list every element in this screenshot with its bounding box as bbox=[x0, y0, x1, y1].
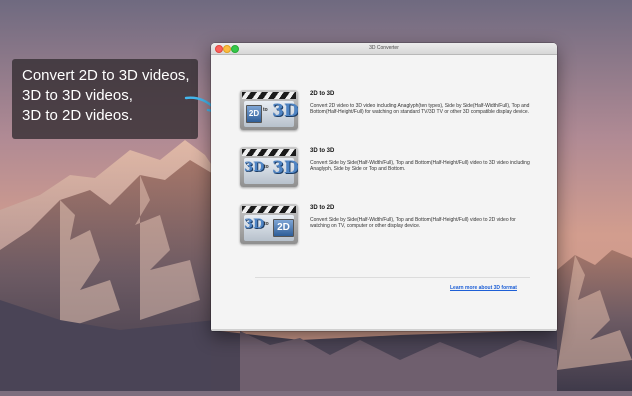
option-description: Convert Side by Side(Half-Width/Full), T… bbox=[310, 217, 516, 230]
option-3d-to-3d[interactable]: 3D to 3D 3D to 3D Convert Side by Side(H… bbox=[240, 147, 540, 191]
app-window: 3D Converter 2D to 3D 2D to 3D Convert 2… bbox=[211, 43, 557, 331]
option-description: Convert 2D video to 3D video including A… bbox=[310, 103, 530, 116]
option-title: 3D to 3D bbox=[310, 148, 335, 154]
icon-label-3d: 3D bbox=[244, 217, 265, 232]
title-bar[interactable]: 3D Converter bbox=[211, 43, 557, 55]
divider bbox=[255, 277, 530, 278]
option-title: 2D to 3D bbox=[310, 91, 335, 97]
icon-label-to: to bbox=[264, 164, 269, 170]
clapperboard-2d-to-3d-icon[interactable]: 2D to 3D bbox=[240, 90, 298, 130]
window-bottom-edge bbox=[211, 329, 557, 331]
window-title: 3D Converter bbox=[369, 45, 399, 51]
option-3d-to-2d[interactable]: 3D to 2D 3D to 2D Convert Side by Side(H… bbox=[240, 204, 540, 248]
option-description: Convert Side by Side(Half-Width/Full), T… bbox=[310, 160, 530, 173]
icon-label-3d: 3D bbox=[244, 160, 265, 175]
icon-label-to: to bbox=[263, 107, 268, 113]
callout-line: Convert 2D to 3D videos, bbox=[22, 67, 190, 84]
learn-more-link[interactable]: Learn more about 3D format bbox=[450, 285, 517, 292]
icon-label-3d: 3D bbox=[272, 101, 298, 121]
feature-callout: Convert 2D to 3D videos, 3D to 3D videos… bbox=[12, 59, 198, 139]
icon-label-2d: 2D bbox=[273, 219, 294, 237]
window-content: 2D to 3D 2D to 3D Convert 2D video to 3D… bbox=[211, 55, 557, 329]
clapperboard-3d-to-3d-icon[interactable]: 3D to 3D bbox=[240, 147, 298, 187]
icon-label-3d: 3D bbox=[272, 158, 298, 178]
callout-line: 3D to 3D videos, bbox=[22, 87, 133, 104]
clapperboard-3d-to-2d-icon[interactable]: 3D to 2D bbox=[240, 204, 298, 244]
icon-label-to: to bbox=[264, 221, 269, 227]
icon-label-2d: 2D bbox=[246, 105, 262, 123]
option-title: 3D to 2D bbox=[310, 205, 335, 211]
callout-line: 3D to 2D videos. bbox=[22, 107, 133, 124]
option-2d-to-3d[interactable]: 2D to 3D 2D to 3D Convert 2D video to 3D… bbox=[240, 90, 540, 134]
